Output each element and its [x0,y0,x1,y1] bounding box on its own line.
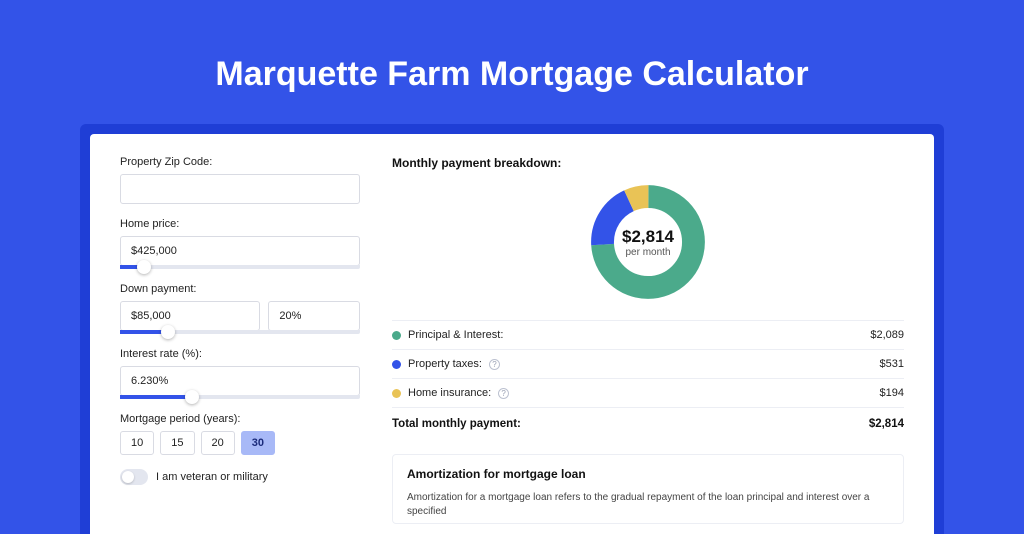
total-label: Total monthly payment: [392,418,521,430]
period-option-30[interactable]: 30 [241,431,275,455]
down-payment-percent-input[interactable] [268,301,360,331]
down-payment-field: Down payment: [120,283,360,334]
legend-dot-blue [392,360,401,369]
breakdown-title: Monthly payment breakdown: [392,156,904,170]
slider-thumb[interactable] [137,260,151,274]
info-icon[interactable]: ? [498,388,509,399]
breakdown-panel: Monthly payment breakdown: $2,814 per mo… [392,156,904,534]
veteran-label: I am veteran or military [156,471,268,483]
total-value: $2,814 [869,418,904,430]
line-item-label: Principal & Interest: [408,329,503,341]
slider-thumb[interactable] [161,325,175,339]
down-payment-label: Down payment: [120,283,360,295]
line-item-label: Home insurance: [408,387,491,399]
home-price-input[interactable] [120,236,360,266]
amortization-title: Amortization for mortgage loan [407,467,889,481]
home-price-slider[interactable] [120,265,360,269]
line-item-value: $2,089 [870,329,904,341]
donut-chart: $2,814 per month [588,182,708,302]
home-price-label: Home price: [120,218,360,230]
zip-label: Property Zip Code: [120,156,360,168]
interest-rate-slider[interactable] [120,395,360,399]
slider-thumb[interactable] [185,390,199,404]
slider-fill [120,395,192,399]
line-item-taxes: Property taxes: ? $531 [392,349,904,378]
down-payment-slider[interactable] [120,330,360,334]
amortization-text: Amortization for a mortgage loan refers … [407,491,889,519]
line-item-value: $531 [880,358,904,370]
form-panel: Property Zip Code: Home price: Down paym… [120,156,360,534]
donut-center: $2,814 per month [588,182,708,302]
legend-dot-green [392,331,401,340]
info-icon[interactable]: ? [489,359,500,370]
interest-rate-field: Interest rate (%): [120,348,360,399]
zip-input[interactable] [120,174,360,204]
legend-dot-yellow [392,389,401,398]
period-label: Mortgage period (years): [120,413,360,425]
line-item-insurance: Home insurance: ? $194 [392,378,904,407]
interest-rate-input[interactable] [120,366,360,396]
home-price-field: Home price: [120,218,360,269]
amortization-card: Amortization for mortgage loan Amortizat… [392,454,904,524]
card-frame: Property Zip Code: Home price: Down paym… [80,124,944,534]
down-payment-input[interactable] [120,301,260,331]
donut-chart-wrap: $2,814 per month [392,182,904,302]
line-item-value: $194 [880,387,904,399]
period-option-10[interactable]: 10 [120,431,154,455]
period-field: Mortgage period (years): 10 15 20 30 [120,413,360,455]
line-item-label: Property taxes: [408,358,482,370]
period-option-15[interactable]: 15 [160,431,194,455]
hero: Marquette Farm Mortgage Calculator [0,0,1024,124]
line-item-principal: Principal & Interest: $2,089 [392,320,904,349]
veteran-toggle[interactable] [120,469,148,485]
period-option-20[interactable]: 20 [201,431,235,455]
total-row: Total monthly payment: $2,814 [392,407,904,440]
donut-sub: per month [625,247,670,258]
zip-field: Property Zip Code: [120,156,360,204]
donut-amount: $2,814 [622,227,674,247]
page-title: Marquette Farm Mortgage Calculator [0,55,1024,94]
calculator-card: Property Zip Code: Home price: Down paym… [90,134,934,534]
period-group: 10 15 20 30 [120,431,360,455]
interest-rate-label: Interest rate (%): [120,348,360,360]
veteran-row: I am veteran or military [120,469,360,485]
